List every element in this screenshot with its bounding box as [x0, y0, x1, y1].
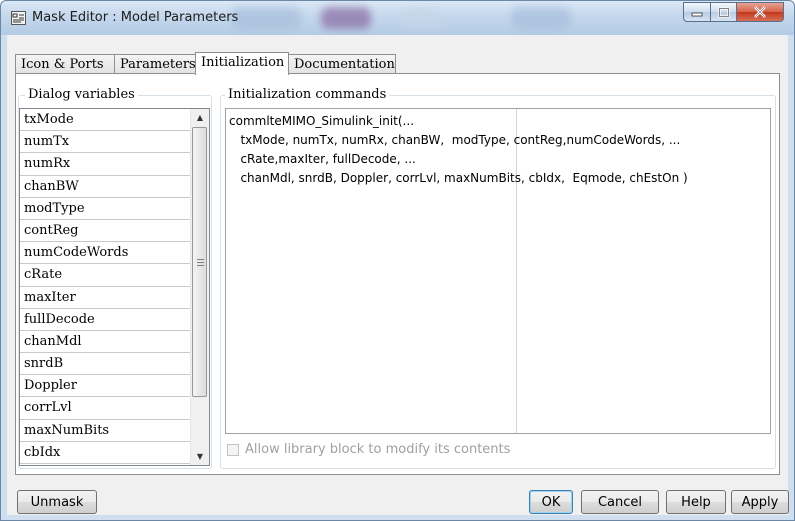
- list-item[interactable]: chanBW: [20, 176, 191, 198]
- minimize-button[interactable]: [683, 2, 711, 22]
- list-item[interactable]: numCodeWords: [20, 242, 191, 265]
- titlebar-glass-reflection: [321, 7, 371, 29]
- init-commands-editor[interactable]: commlteMIMO_Simulink_init(... txMode, nu…: [225, 108, 771, 434]
- tab-parameters[interactable]: Parameters: [114, 54, 196, 74]
- list-item[interactable]: txMode: [20, 109, 191, 132]
- tab-icon-ports[interactable]: Icon & Ports: [15, 54, 115, 74]
- allow-modify-label: Allow library block to modify its conten…: [245, 442, 511, 457]
- list-item[interactable]: contReg: [20, 220, 191, 243]
- list-item[interactable]: fullDecode: [20, 309, 191, 331]
- titlebar-glass-reflection: [231, 7, 301, 29]
- minimize-icon: [691, 12, 703, 17]
- maximize-button[interactable]: [710, 2, 737, 22]
- titlebar-glass-reflection: [511, 7, 571, 29]
- list-item[interactable]: numTx: [20, 131, 191, 154]
- scrollbar-thumb[interactable]: [192, 127, 207, 397]
- list-item[interactable]: maxIter: [20, 287, 191, 309]
- help-button[interactable]: Help: [666, 490, 726, 514]
- tab-initialization[interactable]: Initialization: [195, 52, 289, 75]
- dialog-variables-label: Dialog variables: [25, 87, 138, 102]
- variables-scrollbar[interactable]: ▲ ▼: [190, 109, 209, 465]
- close-icon: [754, 6, 766, 18]
- tab-documentation[interactable]: Documentation: [288, 54, 396, 74]
- scroll-up-icon[interactable]: ▲: [191, 109, 209, 126]
- editor-right-margin-line: [516, 109, 517, 433]
- list-item[interactable]: maxNumBits: [20, 420, 191, 442]
- list-item[interactable]: cbIdx: [20, 442, 191, 464]
- list-item[interactable]: chanMdl: [20, 331, 191, 354]
- scroll-down-icon[interactable]: ▼: [191, 448, 209, 465]
- mask-editor-window: Mask Editor : Model Parameters Icon & Po…: [0, 0, 795, 521]
- unmask-button[interactable]: Unmask: [17, 490, 97, 514]
- list-item[interactable]: corrLvl: [20, 397, 191, 420]
- code-line: txMode, numTx, numRx, chanBW, modType, c…: [229, 133, 681, 147]
- grip-line: [197, 265, 204, 266]
- close-button[interactable]: [736, 2, 784, 22]
- list-item[interactable]: cRate: [20, 264, 191, 287]
- grip-line: [197, 262, 204, 263]
- grip-line: [197, 259, 204, 260]
- list-item[interactable]: modType: [20, 198, 191, 220]
- init-commands-label: Initialization commands: [225, 87, 390, 102]
- apply-button[interactable]: Apply: [731, 490, 789, 514]
- mask-editor-app-icon: [11, 11, 26, 25]
- titlebar-glass-reflection: [401, 7, 441, 29]
- title-bar[interactable]: Mask Editor : Model Parameters: [1, 1, 794, 35]
- code-line: cRate,maxIter, fullDecode, ...: [229, 152, 416, 166]
- maximize-icon: [717, 6, 730, 18]
- list-item[interactable]: Doppler: [20, 375, 191, 398]
- list-item[interactable]: snrdB: [20, 353, 191, 376]
- cancel-button[interactable]: Cancel: [581, 490, 659, 514]
- allow-modify-checkbox[interactable]: Allow library block to modify its conten…: [227, 442, 510, 457]
- code-line: chanMdl, snrdB, Doppler, corrLvl, maxNum…: [229, 171, 688, 185]
- code-line: commlteMIMO_Simulink_init(...: [229, 114, 415, 128]
- list-item[interactable]: numRx: [20, 153, 191, 176]
- variable-items: txMode numTx numRx chanBW modType contRe…: [20, 109, 191, 464]
- checkbox-box[interactable]: [227, 443, 239, 456]
- dialog-variables-list[interactable]: txMode numTx numRx chanBW modType contRe…: [19, 108, 210, 466]
- window-title: Mask Editor : Model Parameters: [32, 10, 239, 25]
- ok-button[interactable]: OK: [529, 490, 573, 514]
